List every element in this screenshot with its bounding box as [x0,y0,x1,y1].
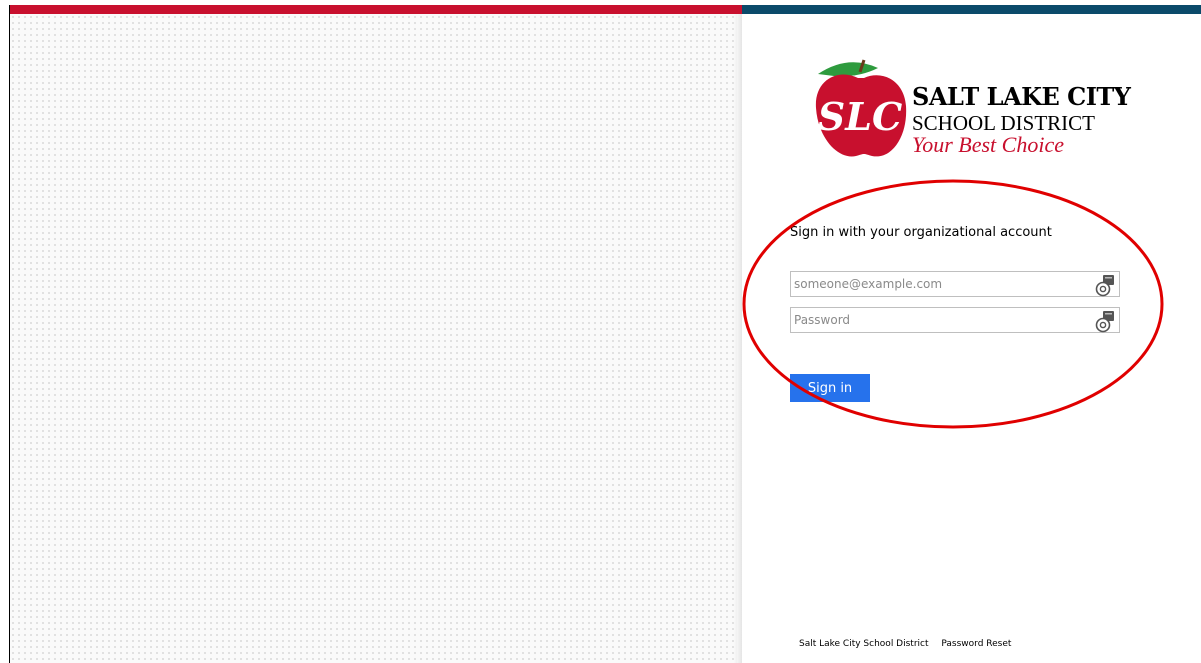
background-illustration [10,14,737,663]
annotation-circle [742,179,1164,429]
sign-in-panel: SLC SALT LAKE CITY SCHOOL DISTRICT Your … [742,14,1201,663]
accent-bar-red [10,5,742,14]
sign-in-page: SLC SALT LAKE CITY SCHOOL DISTRICT Your … [9,5,1201,663]
footer-link-password-reset[interactable]: Password Reset [941,639,1011,649]
accent-bar-blue [742,5,1201,14]
footer-link-district[interactable]: Salt Lake City School District [799,639,929,649]
footer-links: Salt Lake City School District Password … [799,639,1021,649]
panel-shadow [734,14,742,663]
